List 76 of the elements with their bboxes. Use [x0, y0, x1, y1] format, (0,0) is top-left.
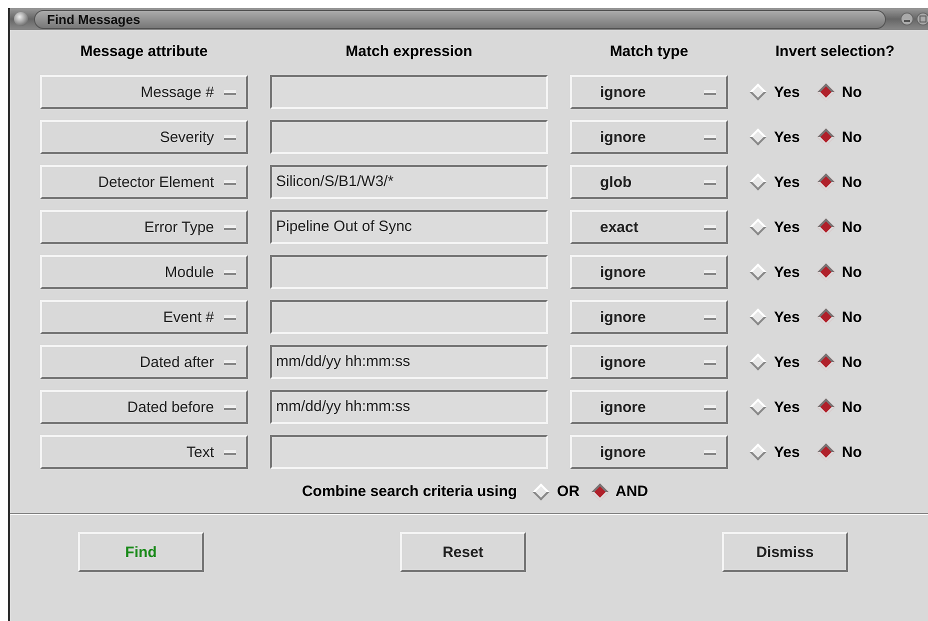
- dropdown-indicator-icon: [224, 270, 236, 274]
- expression-field[interactable]: Silicon/S/B1/W3/*: [270, 165, 548, 199]
- expression-field[interactable]: [270, 435, 548, 469]
- column-header: Invert selection?: [774, 42, 896, 62]
- match-type-dropdown[interactable]: ignore: [570, 390, 728, 424]
- window-title: Find Messages: [34, 10, 886, 28]
- radio-label: Yes: [774, 174, 800, 190]
- attribute-dropdown[interactable]: Event #: [40, 300, 248, 334]
- dropdown-indicator-icon: [224, 90, 236, 94]
- radio-label: Yes: [774, 84, 800, 100]
- dropdown-indicator-icon: [224, 180, 236, 184]
- radio-label: Yes: [774, 128, 800, 146]
- expression-field[interactable]: Pipeline Out of Sync: [270, 210, 548, 244]
- attribute-dropdown[interactable]: Module: [40, 255, 248, 289]
- dropdown-indicator-icon: [224, 314, 236, 320]
- dropdown-indicator-icon: [704, 404, 716, 410]
- expression-field[interactable]: [270, 120, 548, 154]
- dropdown-indicator-icon: [704, 90, 716, 94]
- radio-label: Yes: [774, 398, 800, 416]
- column-header: Message attribute: [79, 42, 209, 62]
- radio-label: No: [842, 128, 862, 146]
- dropdown-indicator-icon: [704, 134, 716, 140]
- radio-label: No: [842, 174, 862, 190]
- dialog-button[interactable]: Reset: [400, 532, 526, 572]
- window-menu-icon[interactable]: [14, 12, 28, 26]
- column-header: Match type: [608, 42, 690, 62]
- dropdown-indicator-icon: [224, 450, 236, 454]
- radio-label: Yes: [774, 264, 800, 280]
- dropdown-indicator-icon: [704, 360, 716, 364]
- attribute-dropdown[interactable]: Message #: [40, 75, 248, 109]
- radio-label: No: [842, 308, 862, 326]
- radio-label: No: [842, 218, 862, 236]
- expression-field[interactable]: [270, 75, 548, 109]
- radio-label: Yes: [774, 218, 800, 236]
- dropdown-indicator-icon: [704, 224, 716, 230]
- dropdown-indicator-icon: [704, 450, 716, 454]
- attribute-dropdown[interactable]: Dated after: [40, 345, 248, 379]
- match-type-dropdown[interactable]: ignore: [570, 345, 728, 379]
- radio-label: No: [842, 264, 862, 280]
- match-type-dropdown[interactable]: exact: [570, 210, 728, 244]
- combine-label: Combine search criteria using: [302, 483, 518, 500]
- attribute-dropdown[interactable]: Dated before: [40, 390, 248, 424]
- radio-label: Yes: [774, 444, 800, 460]
- radio-label: No: [842, 444, 862, 460]
- dropdown-indicator-icon: [704, 314, 716, 320]
- radio-label: No: [842, 398, 862, 416]
- attribute-dropdown[interactable]: Severity: [40, 120, 248, 154]
- attribute-dropdown[interactable]: Text: [40, 435, 248, 469]
- radio-label: No: [842, 84, 862, 100]
- dropdown-indicator-icon: [704, 180, 716, 184]
- radio-label: OR: [557, 483, 580, 500]
- dropdown-indicator-icon: [704, 270, 716, 274]
- attribute-dropdown[interactable]: Error Type: [40, 210, 248, 244]
- dropdown-indicator-icon: [224, 360, 236, 364]
- dropdown-indicator-icon: [224, 134, 236, 140]
- radio-label: No: [842, 354, 862, 370]
- expression-field[interactable]: mm/dd/yy hh:mm:ss: [270, 345, 548, 379]
- column-header: Match expression: [344, 42, 474, 62]
- match-type-dropdown[interactable]: ignore: [570, 75, 728, 109]
- radio-label: Yes: [774, 308, 800, 326]
- match-type-dropdown[interactable]: ignore: [570, 120, 728, 154]
- radio-label: Yes: [774, 354, 800, 370]
- match-type-dropdown[interactable]: ignore: [570, 255, 728, 289]
- expression-field[interactable]: mm/dd/yy hh:mm:ss: [270, 390, 548, 424]
- radio-label: AND: [616, 483, 648, 500]
- attribute-dropdown[interactable]: Detector Element: [40, 165, 248, 199]
- dropdown-indicator-icon: [224, 224, 236, 230]
- minimize-icon[interactable]: [900, 12, 914, 26]
- match-type-dropdown[interactable]: ignore: [570, 300, 728, 334]
- dialog-button[interactable]: Dismiss: [722, 532, 848, 572]
- maximize-icon[interactable]: [916, 12, 928, 26]
- expression-field[interactable]: [270, 300, 548, 334]
- match-type-dropdown[interactable]: ignore: [570, 435, 728, 469]
- dropdown-indicator-icon: [224, 404, 236, 410]
- expression-field[interactable]: [270, 255, 548, 289]
- match-type-dropdown[interactable]: glob: [570, 165, 728, 199]
